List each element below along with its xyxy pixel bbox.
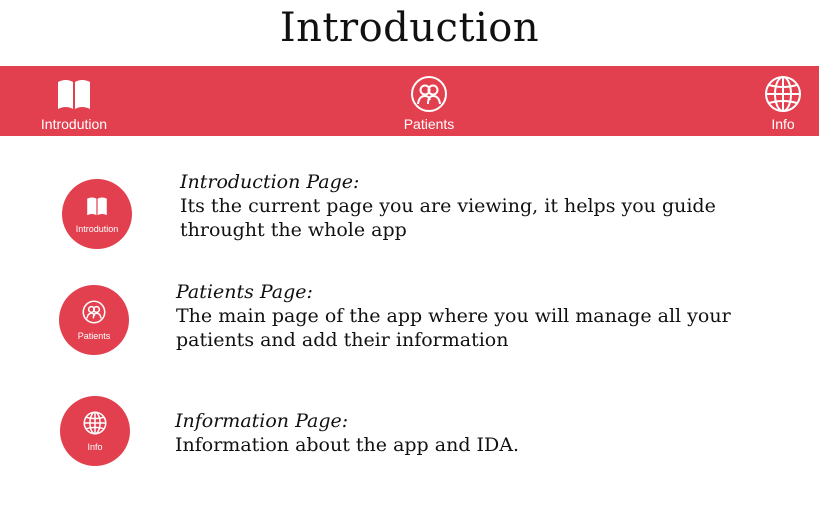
book-icon	[55, 74, 93, 114]
patients-icon	[410, 74, 448, 114]
nav-tab-label: Info	[771, 116, 795, 132]
patients-circle-button[interactable]: Patients	[59, 285, 129, 355]
circle-label: Patients	[77, 330, 111, 341]
nav-tab-label: Patients	[403, 116, 455, 132]
top-navbar: Introdution Patients Info	[0, 66, 819, 136]
nav-tab-info[interactable]: Info	[760, 66, 806, 136]
entry-title: Information Page:	[175, 410, 349, 432]
globe-icon	[764, 74, 802, 114]
patients-entry: Patients Page: The main page of the app …	[176, 280, 756, 352]
patients-icon	[82, 300, 106, 328]
info-circle-button[interactable]: Info	[60, 396, 130, 466]
introduction-circle-button[interactable]: Introdution	[62, 179, 132, 249]
nav-tab-introduction[interactable]: Introdution	[36, 66, 112, 136]
entry-description: Its the current page you are viewing, it…	[180, 195, 716, 241]
circle-label: Introdution	[75, 223, 119, 234]
nav-tab-label: Introdution	[40, 116, 108, 132]
entry-title: Introduction Page:	[180, 171, 360, 193]
nav-tab-patients[interactable]: Patients	[396, 66, 462, 136]
circle-label: Info	[87, 441, 103, 452]
globe-icon	[83, 411, 107, 439]
entry-description: The main page of the app where you will …	[176, 305, 731, 351]
page-title: Introduction	[279, 5, 540, 51]
book-icon	[85, 195, 109, 221]
information-entry: Information Page: Information about the …	[175, 409, 755, 457]
entry-title: Patients Page:	[176, 281, 313, 303]
introduction-entry: Introduction Page: Its the current page …	[180, 170, 740, 242]
entry-description: Information about the app and IDA.	[175, 434, 520, 456]
